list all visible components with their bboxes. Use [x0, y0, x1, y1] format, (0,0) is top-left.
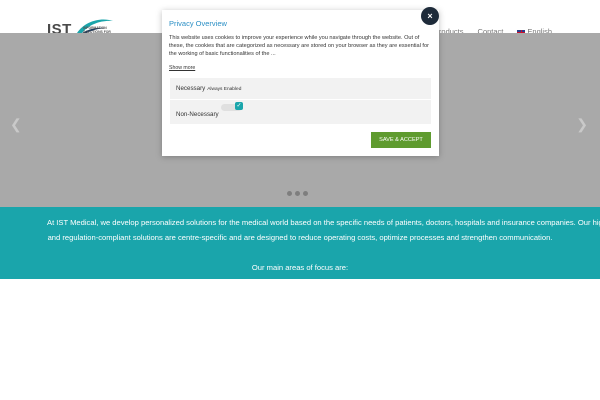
slider-next-arrow-icon[interactable]: ❯	[576, 116, 588, 133]
category-name: Necessary	[176, 85, 206, 92]
slider-dot-2[interactable]	[295, 191, 300, 196]
modal-description: This website uses cookies to improve you…	[169, 35, 429, 57]
slider-dot-3[interactable]	[303, 191, 308, 196]
modal-title: Privacy Overview	[169, 19, 227, 28]
category-label: Necessary Always Enabled	[176, 85, 241, 92]
focus-heading: Our main areas of focus are:	[251, 263, 349, 272]
intro-text-line-2: and regulation-compliant solutions are c…	[47, 233, 553, 242]
slider-prev-arrow-icon[interactable]: ❮	[10, 116, 22, 133]
privacy-modal: Privacy Overview × This website uses coo…	[162, 7, 439, 156]
close-button[interactable]: ×	[421, 7, 439, 25]
slider-dot-1[interactable]	[287, 191, 292, 196]
category-name: Non-Necessary	[176, 111, 219, 118]
always-enabled-note: Always Enabled	[207, 87, 242, 92]
non-necessary-toggle[interactable]: ✓	[221, 102, 243, 111]
intro-band: At IST Medical, we develop personalized …	[0, 207, 600, 279]
save-accept-button[interactable]: SAVE & ACCEPT	[371, 132, 431, 148]
show-more-link[interactable]: Show more	[169, 65, 195, 71]
category-non-necessary[interactable]: Non-Necessary ✓	[170, 100, 431, 124]
slider-dots	[287, 191, 308, 196]
checkmark-icon: ✓	[235, 102, 243, 110]
category-necessary[interactable]: Necessary Always Enabled	[170, 78, 431, 99]
